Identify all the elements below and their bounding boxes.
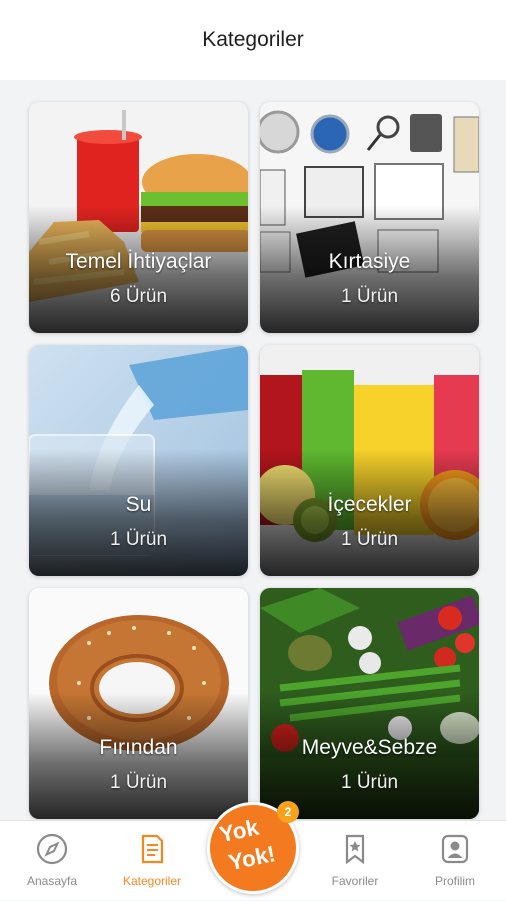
category-name: İçecekler: [327, 493, 412, 516]
product-count: 1 Ürün: [340, 529, 399, 550]
page-title: Kategoriler: [202, 28, 304, 51]
category-name: Fırından: [99, 736, 178, 759]
tab-label: Profilim: [434, 874, 475, 888]
category-name: Su: [125, 493, 152, 516]
compass-icon: [36, 833, 68, 865]
tab-home[interactable]: Anasayfa: [2, 821, 102, 901]
product-count: 1 Ürün: [109, 772, 168, 793]
category-card-su[interactable]: Su 1 Ürün: [29, 345, 248, 576]
tab-label: Anasayfa: [26, 874, 78, 888]
category-card-firindan[interactable]: Fırından 1 Ürün: [29, 588, 248, 819]
category-card-meyve-sebze[interactable]: Meyve&Sebze 1 Ürün: [260, 588, 479, 819]
product-count: 1 Ürün: [340, 286, 399, 307]
document-list-icon: [141, 834, 164, 864]
tab-profile[interactable]: Profilim: [405, 821, 505, 901]
tab-label: Favoriler: [331, 874, 379, 888]
category-name: Temel İhtiyaçlar: [65, 250, 212, 273]
tab-categories[interactable]: Kategoriler: [102, 821, 202, 901]
category-grid: Temel İhtiyaçlar 6 Ürün Kırtasiye 1 Ürün: [0, 80, 506, 820]
bookmark-star-icon: [345, 834, 365, 865]
svg-text:Yok: Yok: [217, 815, 261, 848]
category-card-temel-ihtiyaclar[interactable]: Temel İhtiyaçlar 6 Ürün: [29, 102, 248, 333]
category-card-icecekler[interactable]: İçecekler 1 Ürün: [260, 345, 479, 576]
svg-text:Yok!: Yok!: [226, 841, 277, 875]
top-bar: Kategoriler: [0, 0, 506, 80]
product-count: 6 Ürün: [109, 286, 168, 307]
cart-count-badge: 2: [277, 801, 299, 823]
tab-favorites[interactable]: Favoriler: [305, 821, 405, 901]
tab-label: Kategoriler: [122, 874, 182, 888]
product-count: 1 Ürün: [340, 772, 399, 793]
category-name: Kırtasiye: [328, 250, 411, 273]
category-card-kirtasiye[interactable]: Kırtasiye 1 Ürün: [260, 102, 479, 333]
product-count: 1 Ürün: [109, 529, 168, 550]
category-name: Meyve&Sebze: [301, 736, 438, 759]
user-profile-icon: [441, 834, 469, 864]
